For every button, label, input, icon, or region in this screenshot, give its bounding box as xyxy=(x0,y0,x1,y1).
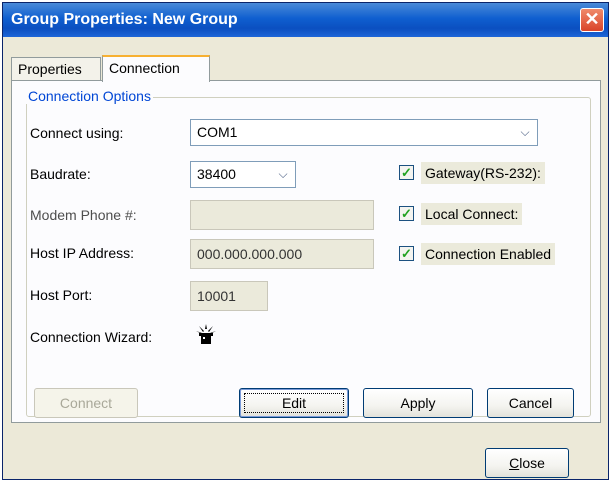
focus-rect xyxy=(244,393,344,413)
host-port-label: Host Port: xyxy=(30,287,93,303)
connection-enabled-checkbox[interactable]: ✓ xyxy=(399,246,414,261)
tab-panel-connection: Connection Options Connect using: COM1 ⌵… xyxy=(11,80,601,423)
local-connect-checkbox-row[interactable]: ✓ Local Connect: xyxy=(399,203,584,227)
host-port-field[interactable]: 10001 xyxy=(190,281,268,311)
connect-button[interactable]: Connect xyxy=(34,388,138,418)
baudrate-value: 38400 xyxy=(197,166,236,182)
tab-connection[interactable]: Connection xyxy=(102,55,210,82)
baudrate-label: Baudrate: xyxy=(30,166,91,182)
local-connect-checkbox[interactable]: ✓ xyxy=(399,206,414,221)
local-connect-label: Local Connect: xyxy=(421,203,523,225)
tab-properties[interactable]: Properties xyxy=(11,57,101,81)
chevron-down-icon[interactable]: ⌵ xyxy=(515,122,535,143)
modem-phone-field[interactable] xyxy=(190,200,374,230)
host-ip-field[interactable]: 000.000.000.000 xyxy=(190,239,374,269)
connect-using-select[interactable]: COM1 ⌵ xyxy=(190,119,538,146)
chevron-down-icon[interactable]: ⌵ xyxy=(273,164,293,185)
title-bar[interactable]: Group Properties: New Group ✕ xyxy=(3,3,608,37)
connection-options-legend: Connection Options xyxy=(26,88,153,104)
wizard-icon[interactable] xyxy=(193,321,219,347)
connection-enabled-label: Connection Enabled xyxy=(421,243,556,265)
gateway-checkbox-row[interactable]: ✓ Gateway(RS-232): xyxy=(399,162,584,186)
close-button-mnemonic: C xyxy=(509,455,520,471)
modem-phone-label: Modem Phone #: xyxy=(30,207,137,223)
apply-button[interactable]: Apply xyxy=(363,388,473,418)
close-button-label: lose xyxy=(519,455,545,471)
gateway-label: Gateway(RS-232): xyxy=(421,162,545,184)
connection-wizard-label: Connection Wizard: xyxy=(30,329,153,345)
connect-using-label: Connect using: xyxy=(30,125,124,141)
cancel-button[interactable]: Cancel xyxy=(487,388,574,418)
baudrate-select[interactable]: 38400 ⌵ xyxy=(190,161,296,188)
host-ip-label: Host IP Address: xyxy=(30,245,135,261)
dialog-window: Group Properties: New Group ✕ Properties… xyxy=(2,2,609,480)
connection-enabled-checkbox-row[interactable]: ✓ Connection Enabled xyxy=(399,243,584,267)
close-icon[interactable]: ✕ xyxy=(580,8,604,32)
gateway-checkbox[interactable]: ✓ xyxy=(399,165,414,180)
close-button[interactable]: Close xyxy=(485,448,569,478)
window-title: Group Properties: New Group xyxy=(11,11,238,28)
connect-using-value: COM1 xyxy=(197,124,238,140)
edit-button[interactable]: Edit xyxy=(239,388,349,418)
